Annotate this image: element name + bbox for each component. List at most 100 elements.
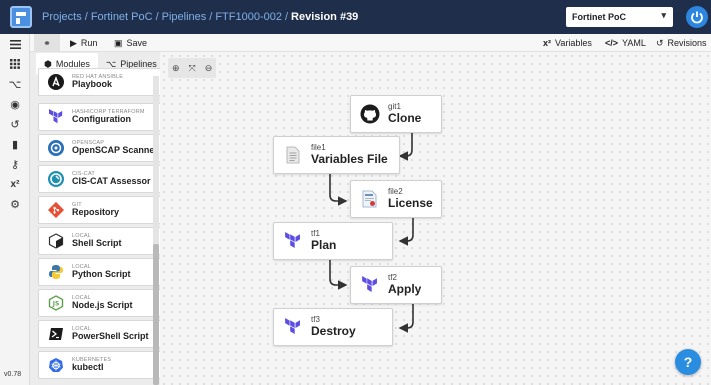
license-file-icon: [359, 188, 381, 210]
zoom-in-icon[interactable]: ⊕: [172, 63, 180, 74]
book-icon[interactable]: ▮: [0, 134, 30, 154]
tenant-select[interactable]: Fortinet PoC ▾: [566, 7, 673, 27]
node-label: License: [388, 195, 433, 210]
save-button[interactable]: ▣ Save: [114, 34, 147, 52]
palette-item-playbook[interactable]: RED HAT ANSIBLE Playbook: [38, 68, 160, 96]
palette-item-name: Repository: [72, 207, 120, 218]
palette-item-name: OpenSCAP Scanner: [72, 145, 158, 156]
edge-plan-apply: [329, 258, 348, 290]
top-bar: Projects / Fortinet PoC / Pipelines / FTF10…: [0, 0, 711, 34]
code-icon: </>: [605, 38, 619, 48]
power-icon: [691, 11, 703, 24]
pipeline-node-tf1[interactable]: tf1 Plan: [273, 222, 393, 260]
palette-item-kubectl[interactable]: KUBERNETES kubectl: [38, 351, 160, 379]
pipelines-icon[interactable]: ⌥: [0, 74, 30, 94]
shell-icon: [46, 231, 66, 251]
github-icon: [359, 103, 381, 125]
node-label: Variables File: [311, 151, 388, 166]
variables-button[interactable]: x² Variables: [543, 34, 592, 52]
pipeline-node-git1[interactable]: git1 Clone: [350, 95, 442, 133]
settings-icon[interactable]: ⚙: [0, 194, 30, 214]
breadcrumb: Projects / Fortinet PoC / Pipelines / FTF10…: [42, 11, 359, 23]
pipeline-node-file1[interactable]: file1 Variables File: [273, 136, 400, 174]
yaml-button[interactable]: </> YAML: [605, 34, 646, 52]
zoom-out-icon[interactable]: ⊖: [205, 63, 213, 74]
terraform-icon: [282, 230, 304, 252]
workflow-icon: ⚭: [43, 37, 51, 48]
node-label: Plan: [311, 237, 337, 252]
history-icon[interactable]: ↺: [0, 114, 30, 134]
python-icon: [46, 262, 66, 282]
yaml-label: YAML: [622, 38, 646, 48]
terraform-icon: [359, 274, 381, 296]
palette-item-nodejs-script[interactable]: JS LOCAL Node.js Script: [38, 289, 160, 317]
key-icon[interactable]: ⚷: [0, 154, 30, 174]
palette-item-ciscat[interactable]: CIS-CAT CIS-CAT Assessor: [38, 165, 160, 193]
svg-text:JS: JS: [52, 301, 60, 308]
breadcrumb-tenant[interactable]: Fortinet PoC: [91, 11, 153, 23]
terraform-icon: [282, 316, 304, 338]
toolbar-editor-tab[interactable]: ⚭: [34, 34, 60, 52]
fit-view-icon[interactable]: ⤧: [189, 63, 196, 74]
ciscat-icon: [46, 169, 66, 189]
app-logo[interactable]: [10, 6, 32, 28]
terraform-icon: [46, 107, 66, 127]
edge-clone-variables: [398, 132, 413, 161]
variables-icon: x²: [543, 38, 552, 48]
palette-scrollbar[interactable]: [153, 76, 159, 385]
palette-item-name: Configuration: [72, 114, 131, 125]
play-icon: ▶: [70, 37, 77, 48]
edge-apply-destroy: [398, 302, 414, 333]
pipeline-canvas[interactable]: ⊕ ⤧ ⊖ git1 Clone file1 Variables File fi…: [160, 52, 711, 385]
node-label: Apply: [388, 281, 422, 296]
pipeline-node-file2[interactable]: file2 License: [350, 180, 442, 218]
apps-grid-icon[interactable]: [0, 54, 30, 74]
node-label: Clone: [388, 110, 422, 125]
palette-item-name: CIS-CAT Assessor: [72, 176, 151, 187]
version-label: v0.78: [4, 371, 22, 378]
left-rail: ⌥ ◉ ↺ ▮ ⚷ x² ⚙ v0.78: [0, 34, 30, 385]
variables-icon[interactable]: x²: [0, 174, 30, 194]
pipeline-node-tf3[interactable]: tf3 Destroy: [273, 308, 393, 346]
powershell-icon: [46, 324, 66, 344]
run-label: Run: [80, 38, 98, 48]
breadcrumb-projects[interactable]: Projects: [42, 11, 82, 23]
history-icon: ↺: [656, 37, 664, 48]
ansible-icon: [46, 72, 66, 92]
power-button[interactable]: [686, 6, 708, 28]
kubernetes-icon: [46, 355, 66, 375]
record-icon[interactable]: ◉: [0, 94, 30, 114]
file-icon: [282, 144, 304, 166]
breadcrumb-pipeline[interactable]: FTF1000-002: [215, 11, 282, 23]
module-palette: ⬢ Modules ⌥ Pipelines RED HAT ANSIBLE Pl…: [30, 52, 160, 385]
run-button[interactable]: ▶ Run: [70, 34, 97, 52]
palette-scroll-thumb[interactable]: [153, 244, 159, 385]
save-label: Save: [126, 38, 148, 48]
breadcrumb-revision: Revision #39: [291, 11, 359, 23]
variables-label: Variables: [555, 38, 592, 48]
palette-item-openscap[interactable]: OPENSCAP OpenSCAP Scanner: [38, 134, 160, 162]
pipeline-node-tf2[interactable]: tf2 Apply: [350, 266, 442, 304]
tenant-select-value: Fortinet PoC: [572, 12, 626, 22]
palette-item-python-script[interactable]: LOCAL Python Script: [38, 258, 160, 286]
help-button[interactable]: ?: [675, 349, 701, 375]
palette-item-powershell-script[interactable]: LOCAL PowerShell Script: [38, 320, 160, 348]
menu-icon[interactable]: [0, 34, 30, 54]
zoom-tools: ⊕ ⤧ ⊖: [168, 58, 217, 78]
revisions-button[interactable]: ↺ Revisions: [656, 34, 707, 52]
palette-item-name: PowerShell Script: [72, 331, 149, 342]
breadcrumb-pipelines[interactable]: Pipelines: [162, 11, 207, 23]
palette-item-name: kubectl: [72, 362, 104, 373]
save-icon: ▣: [114, 37, 123, 48]
edge-license-plan: [398, 216, 414, 246]
palette-item-name: Node.js Script: [72, 300, 133, 311]
node-label: Destroy: [311, 323, 356, 338]
palette-item-repository[interactable]: GIT Repository: [38, 196, 160, 224]
edge-variables-license: [329, 172, 348, 206]
palette-item-configuration[interactable]: HASHICORP TERRAFORM Configuration: [38, 103, 160, 131]
palette-item-name: Shell Script: [72, 238, 122, 249]
revisions-label: Revisions: [667, 38, 707, 48]
palette-item-shell-script[interactable]: LOCAL Shell Script: [38, 227, 160, 255]
openscap-icon: [46, 138, 66, 158]
palette-item-name: Playbook: [72, 79, 113, 90]
